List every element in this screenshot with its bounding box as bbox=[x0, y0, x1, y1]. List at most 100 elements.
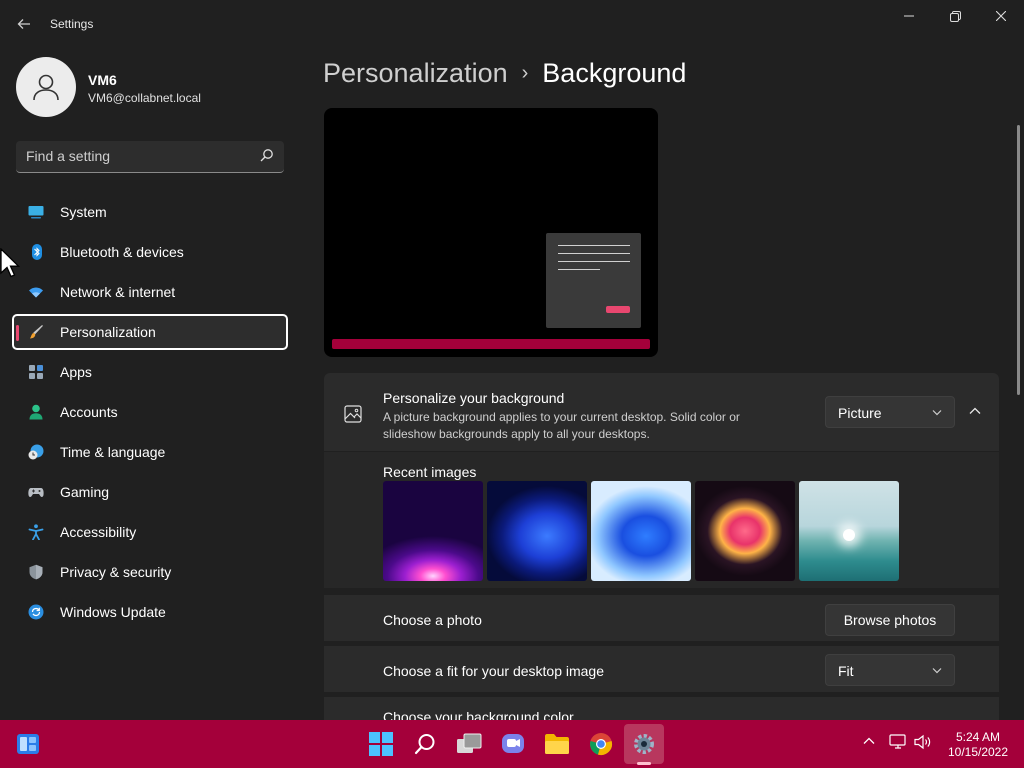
clock-date[interactable]: 10/15/2022 bbox=[944, 745, 1012, 759]
sidebar-item-bluetooth[interactable]: Bluetooth & devices bbox=[12, 234, 288, 270]
paintbrush-icon bbox=[30, 325, 43, 339]
search-icon bbox=[260, 149, 273, 162]
taskbar-start-button[interactable] bbox=[367, 730, 395, 758]
recent-images-grid bbox=[383, 481, 899, 581]
apps-icon bbox=[29, 365, 43, 379]
show-hidden-icons-button[interactable] bbox=[862, 734, 876, 753]
start-icon bbox=[369, 732, 393, 756]
scrollbar-thumb[interactable] bbox=[1017, 125, 1020, 395]
task-view-icon bbox=[457, 733, 482, 753]
active-indicator bbox=[16, 325, 19, 341]
sidebar-item-personalization[interactable]: Personalization bbox=[12, 314, 288, 350]
recent-image-lake-sunrise[interactable] bbox=[799, 481, 899, 581]
background-type-dropdown[interactable]: Picture bbox=[825, 396, 955, 428]
accessibility-icon bbox=[28, 524, 44, 540]
volume-tray-button[interactable] bbox=[914, 734, 932, 755]
taskbar-settings-button[interactable] bbox=[624, 724, 664, 764]
taskbar-task-view-button[interactable] bbox=[455, 730, 483, 758]
sidebar-item-gaming[interactable]: Gaming bbox=[12, 474, 288, 510]
preview-window bbox=[546, 233, 641, 328]
taskbar-file-explorer-button[interactable] bbox=[543, 730, 571, 758]
recent-images-label: Recent images bbox=[383, 464, 477, 480]
sidebar-item-label: Personalization bbox=[60, 324, 156, 340]
choose-photo-row: Choose a photo Browse photos bbox=[324, 595, 999, 641]
network-tray-button[interactable] bbox=[889, 734, 907, 755]
back-arrow-icon bbox=[17, 19, 30, 29]
wifi-icon bbox=[29, 287, 43, 298]
background-type-value: Picture bbox=[838, 405, 882, 421]
background-color-row: Choose your background color bbox=[324, 697, 999, 720]
bluetooth-icon bbox=[32, 244, 42, 260]
picture-icon bbox=[344, 405, 362, 423]
browse-photos-button[interactable]: Browse photos bbox=[825, 604, 955, 636]
sidebar-item-time-language[interactable]: Time & language bbox=[12, 434, 288, 470]
background-color-label: Choose your background color bbox=[383, 709, 574, 720]
search-input[interactable] bbox=[26, 148, 246, 164]
fit-dropdown[interactable]: Fit bbox=[825, 654, 955, 686]
search-box[interactable] bbox=[16, 141, 284, 173]
preview-text-line bbox=[558, 269, 600, 270]
fit-value: Fit bbox=[838, 663, 854, 679]
network-icon bbox=[889, 734, 906, 749]
sidebar-item-system[interactable]: System bbox=[12, 194, 288, 230]
recent-image-blue-bloom-dark[interactable] bbox=[487, 481, 587, 581]
collapse-section-button[interactable] bbox=[960, 395, 990, 427]
sidebar-item-apps[interactable]: Apps bbox=[12, 354, 288, 390]
personalize-background-title: Personalize your background bbox=[383, 390, 565, 406]
sidebar-item-label: Network & internet bbox=[60, 284, 176, 300]
avatar[interactable] bbox=[16, 57, 76, 117]
recent-image-pink-ribbon[interactable] bbox=[695, 481, 795, 581]
taskbar-search-button[interactable] bbox=[411, 730, 439, 758]
personalize-background-row: Personalize your background A picture ba… bbox=[324, 373, 999, 451]
desktop-preview bbox=[324, 108, 658, 357]
gamepad-icon bbox=[28, 488, 44, 497]
sidebar-item-label: Privacy & security bbox=[60, 564, 172, 580]
choose-photo-label: Choose a photo bbox=[383, 612, 482, 628]
close-button[interactable] bbox=[978, 0, 1024, 32]
recent-image-purple-glow[interactable] bbox=[383, 481, 483, 581]
breadcrumb-parent[interactable]: Personalization bbox=[323, 58, 508, 88]
sidebar-item-accounts[interactable]: Accounts bbox=[12, 394, 288, 430]
app-title: Settings bbox=[50, 17, 94, 31]
volume-icon bbox=[914, 734, 931, 750]
update-icon bbox=[28, 604, 44, 620]
system-display-icon bbox=[28, 206, 44, 219]
back-button[interactable] bbox=[10, 10, 38, 38]
user-name: VM6 bbox=[88, 72, 117, 88]
taskbar-chrome-button[interactable] bbox=[587, 730, 615, 758]
shield-icon bbox=[29, 564, 43, 580]
choose-fit-label: Choose a fit for your desktop image bbox=[383, 663, 605, 679]
preview-text-line bbox=[558, 245, 630, 246]
clock-time[interactable]: 5:24 AM bbox=[948, 730, 1008, 744]
chevron-down-icon bbox=[932, 668, 942, 674]
sidebar-item-label: Apps bbox=[60, 364, 92, 380]
background-settings-card: Personalize your background A picture ba… bbox=[324, 373, 999, 720]
taskbar-widgets-button[interactable] bbox=[14, 730, 42, 758]
recent-image-blue-bloom-light[interactable] bbox=[591, 481, 691, 581]
search-icon bbox=[414, 734, 435, 755]
sidebar-item-network[interactable]: Network & internet bbox=[12, 274, 288, 310]
sidebar-item-label: Accounts bbox=[60, 404, 118, 420]
sidebar-item-accessibility[interactable]: Accessibility bbox=[12, 514, 288, 550]
accounts-icon bbox=[29, 404, 43, 420]
recent-images-row: Recent images bbox=[324, 452, 999, 588]
choose-fit-row: Choose a fit for your desktop image Fit bbox=[324, 646, 999, 692]
chrome-icon bbox=[590, 733, 613, 756]
active-app-indicator bbox=[637, 762, 651, 765]
sidebar-nav: System Bluetooth & devices Network & int… bbox=[12, 194, 288, 634]
settings-window: Settings VM6 VM6@collabnet.local System … bbox=[0, 0, 1024, 720]
sidebar-item-windows-update[interactable]: Windows Update bbox=[12, 594, 288, 630]
sidebar-item-privacy-security[interactable]: Privacy & security bbox=[12, 554, 288, 590]
sidebar-item-label: System bbox=[60, 204, 107, 220]
person-icon bbox=[33, 74, 59, 101]
breadcrumb: Personalization › Background bbox=[323, 58, 686, 89]
sidebar-item-label: Time & language bbox=[60, 444, 166, 460]
taskbar-chat-button[interactable] bbox=[499, 730, 527, 758]
page-title: Background bbox=[542, 58, 687, 88]
minimize-icon bbox=[904, 15, 914, 17]
mouse-cursor-icon bbox=[0, 248, 21, 278]
maximize-button[interactable] bbox=[932, 0, 978, 32]
chevron-down-icon bbox=[932, 410, 942, 416]
sidebar-item-label: Bluetooth & devices bbox=[60, 244, 184, 260]
minimize-button[interactable] bbox=[886, 0, 932, 32]
